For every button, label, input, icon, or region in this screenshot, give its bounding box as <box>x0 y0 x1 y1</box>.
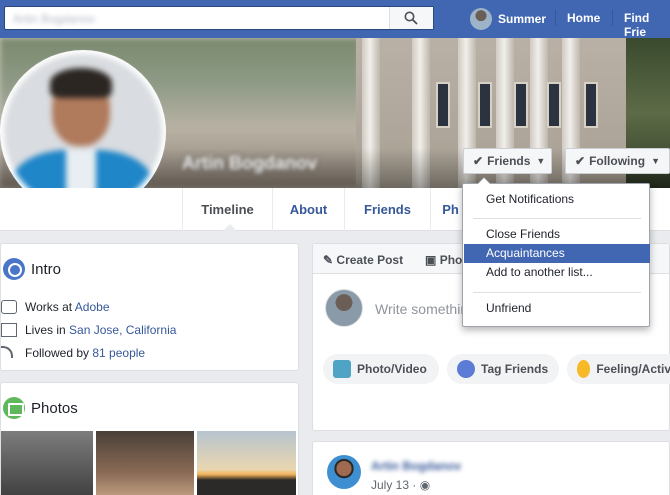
building-window <box>478 82 492 128</box>
intro-card: Intro Works at Adobe Lives in San Jose, … <box>0 243 299 371</box>
photo-thumbnail[interactable] <box>1 431 93 495</box>
following-button-label: Following <box>589 154 646 168</box>
work-link[interactable]: Adobe <box>75 300 110 314</box>
photo-thumbnail[interactable] <box>197 431 296 495</box>
menu-separator <box>473 292 641 293</box>
top-navigation-bar: Artin Bogdanov Summer Home Find Frie <box>0 0 670 39</box>
nav-divider <box>612 10 613 26</box>
post-text-input[interactable]: Write somethin <box>375 301 468 317</box>
friends-dropdown-menu: Get Notifications Close Friends Acquaint… <box>462 177 650 327</box>
photo-video-icon <box>333 360 351 378</box>
post-timestamp[interactable]: July 13 · ◉ <box>371 478 430 492</box>
nav-home-link[interactable]: Home <box>567 11 600 25</box>
composer-avatar <box>325 289 363 327</box>
check-icon: ✔ <box>473 154 484 168</box>
smiley-icon <box>577 360 591 378</box>
search-input[interactable]: Artin Bogdanov <box>13 12 95 26</box>
menu-item-unfriend[interactable]: Unfriend <box>464 299 650 318</box>
tab-friends-label: Friends <box>364 202 411 217</box>
building-window <box>436 82 450 128</box>
profile-photo-blurred <box>4 54 162 210</box>
photos-card: Photos <box>0 382 299 495</box>
intro-followers-prefix: Followed by <box>25 346 93 360</box>
photo-video-button[interactable]: Photo/Video <box>323 354 439 384</box>
feeling-activity-label: Feeling/Activ <box>596 362 670 376</box>
photos-icon <box>3 397 25 419</box>
tag-friends-button[interactable]: Tag Friends <box>447 354 559 384</box>
following-button[interactable]: ✔ Following ▼ <box>565 148 670 174</box>
tab-photos-label: Ph <box>442 202 459 217</box>
search-icon <box>404 11 418 25</box>
intro-location-prefix: Lives in <box>25 323 70 337</box>
camera-icon: ▣ <box>425 253 437 267</box>
caret-down-icon: ▼ <box>536 156 546 166</box>
tab-about[interactable]: About <box>272 188 344 231</box>
photos-title[interactable]: Photos <box>31 400 78 417</box>
active-tab-indicator <box>222 224 238 232</box>
building-window <box>514 82 528 128</box>
intro-work-prefix: Works at <box>25 300 75 314</box>
tab-timeline-label: Timeline <box>201 202 254 217</box>
intro-followers: Followed by 81 people <box>25 346 145 360</box>
create-post-label: Create Post <box>336 253 404 267</box>
building-window <box>584 82 598 128</box>
home-icon <box>1 323 17 337</box>
friends-button-label: Friends <box>487 154 531 168</box>
search-button[interactable] <box>389 7 433 29</box>
friends-button[interactable]: ✔ Friends ▼ <box>463 148 552 174</box>
nav-user-name: Summer <box>498 12 547 26</box>
photo-tab-label: Pho <box>439 253 463 267</box>
check-icon: ✔ <box>575 154 586 168</box>
post-card: Artin Bogdanov July 13 · ◉ <box>312 441 670 495</box>
photo-tab[interactable]: ▣ Pho <box>425 253 462 267</box>
intro-location: Lives in San Jose, California <box>25 323 176 337</box>
feeling-activity-button[interactable]: Feeling/Activ <box>567 354 670 384</box>
tag-friends-label: Tag Friends <box>481 362 549 376</box>
menu-item-add-to-list[interactable]: Add to another list... <box>464 263 650 282</box>
intro-title: Intro <box>31 261 62 278</box>
profile-photo-hair <box>50 68 112 98</box>
building-window <box>547 82 561 128</box>
globe-privacy-icon: ◉ <box>419 478 431 492</box>
nav-user-profile-link[interactable]: Summer <box>470 7 546 31</box>
menu-item-close-friends[interactable]: Close Friends <box>464 225 650 244</box>
intro-work: Works at Adobe <box>25 300 110 314</box>
photo-thumbnail[interactable] <box>96 431 194 495</box>
tab-about-label: About <box>289 202 328 217</box>
nav-find-friends-link[interactable]: Find Frie <box>624 11 670 39</box>
post-author-name[interactable]: Artin Bogdanov <box>371 459 461 473</box>
globe-icon <box>3 258 25 280</box>
tag-friends-icon <box>457 360 475 378</box>
menu-separator <box>473 218 641 219</box>
location-link[interactable]: San Jose, California <box>69 323 176 337</box>
create-post-tab[interactable]: ✎ Create Post <box>323 253 403 267</box>
photo-video-label: Photo/Video <box>357 362 427 376</box>
post-author-avatar[interactable] <box>327 455 361 489</box>
search-bar[interactable]: Artin Bogdanov <box>4 6 434 30</box>
menu-item-get-notifications[interactable]: Get Notifications <box>464 190 650 209</box>
user-avatar <box>470 8 492 30</box>
rss-icon <box>1 346 13 358</box>
menu-item-acquaintances[interactable]: Acquaintances <box>464 244 650 263</box>
nav-divider <box>555 10 556 26</box>
caret-down-icon: ▼ <box>651 156 660 166</box>
profile-name[interactable]: Artin Bogdanov <box>182 153 317 174</box>
pencil-icon: ✎ <box>323 253 334 267</box>
post-date-text: July 13 · <box>371 478 420 492</box>
tab-friends[interactable]: Friends <box>344 188 430 231</box>
briefcase-icon <box>1 300 17 314</box>
followers-link[interactable]: 81 people <box>92 346 145 360</box>
